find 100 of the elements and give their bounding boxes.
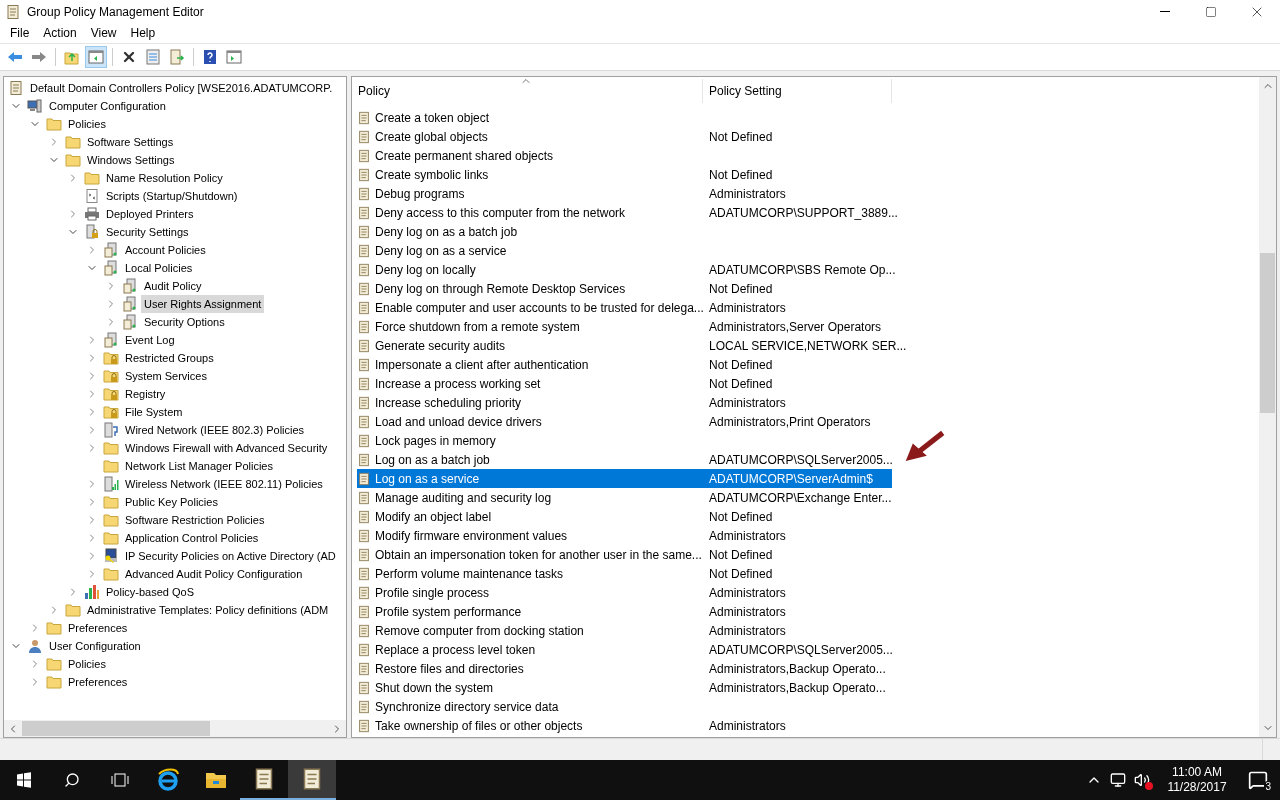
- tree-item[interactable]: File System: [122, 403, 186, 421]
- policy-setting: Administrators: [709, 527, 786, 545]
- tree-item[interactable]: Software Settings: [84, 133, 177, 151]
- policy-icon: [357, 319, 371, 334]
- tree-root[interactable]: Default Domain Controllers Policy [WSE2016.ADATUMCORP.: [27, 79, 336, 97]
- tree-item[interactable]: Name Resolution Policy: [103, 169, 226, 187]
- policy-row[interactable]: Impersonate a client after authentication Not Defined: [357, 355, 892, 374]
- policy-row[interactable]: Log on as a service ADATUMCORP\ServerAdmin$: [357, 469, 892, 488]
- policy-setting: Administrators,Backup Operato...: [709, 679, 886, 697]
- tree-item[interactable]: System Services: [122, 367, 210, 385]
- tree-item[interactable]: Network List Manager Policies: [122, 457, 276, 475]
- show-hide-tree-button[interactable]: [85, 46, 107, 68]
- volume-icon[interactable]: [1134, 772, 1150, 788]
- policy-setting: Administrators: [709, 584, 786, 602]
- horizontal-scrollbar[interactable]: [4, 720, 346, 737]
- clock-time[interactable]: 11:00 AM: [1172, 765, 1222, 780]
- tree-item[interactable]: Policy-based QoS: [103, 583, 198, 601]
- tree-item[interactable]: Local Policies: [122, 259, 196, 277]
- clock-date[interactable]: 11/28/2017: [1167, 780, 1227, 795]
- policy-setting: Administrators: [709, 299, 786, 317]
- tree-item[interactable]: Scripts (Startup/Shutdown): [103, 187, 241, 205]
- policy-row[interactable]: Shut down the system Administrators,Backup Operato...: [357, 678, 892, 697]
- tree-item[interactable]: Account Policies: [122, 241, 209, 259]
- policy-row[interactable]: Obtain an impersonation token for another user in the same... Not Defined: [357, 545, 892, 564]
- policy-row[interactable]: Log on as a batch job ADATUMCORP\SQLServer2005...: [357, 450, 895, 469]
- tree-item[interactable]: Wireless Network (IEEE 802.11) Policies: [122, 475, 326, 493]
- policy-row[interactable]: Perform volume maintenance tasks Not Defined: [357, 564, 892, 583]
- policy-row[interactable]: Deny log on as a batch job: [357, 222, 892, 241]
- policy-name: Profile system performance: [375, 603, 523, 621]
- tree-item[interactable]: Audit Policy: [141, 277, 205, 295]
- policy-row[interactable]: Enable computer and user accounts to be trusted for delega... Administrators: [357, 298, 892, 317]
- tree-item[interactable]: Administrative Templates: Policy definitions (ADM: [84, 601, 332, 619]
- notifications-button[interactable]: 3: [1236, 760, 1280, 800]
- taskbar-app-button[interactable]: [288, 760, 336, 800]
- scrollbar-thumb[interactable]: [22, 721, 210, 736]
- policy-icon: [357, 528, 371, 543]
- policy-row[interactable]: Create global objects Not Defined: [357, 127, 892, 146]
- policy-row[interactable]: Modify firmware environment values Administrators: [357, 526, 892, 545]
- tree-item[interactable]: Windows Settings: [84, 151, 178, 169]
- tree-item[interactable]: Application Control Policies: [122, 529, 262, 547]
- tree-item[interactable]: Security Options: [141, 313, 228, 331]
- tree-item[interactable]: Windows Firewall with Advanced Security: [122, 439, 331, 457]
- policy-row[interactable]: Debug programs Administrators: [357, 184, 892, 203]
- locked-folder-icon: [103, 404, 119, 420]
- policy-row[interactable]: Synchronize directory service data: [357, 697, 892, 716]
- policy-icon: [357, 509, 371, 524]
- policy-row[interactable]: Deny log on through Remote Desktop Services Not Defined: [357, 279, 892, 298]
- menu-item[interactable]: File: [10, 24, 30, 42]
- policy-name: Remove computer from docking station: [375, 622, 585, 640]
- column-header[interactable]: Policy: [352, 79, 703, 103]
- policy-name: Synchronize directory service data: [375, 698, 560, 716]
- policy-row[interactable]: Manage auditing and security log ADATUMCORP\Exchange Enter...: [357, 488, 894, 507]
- policy-row[interactable]: Take ownership of files or other objects Administrators: [357, 716, 892, 735]
- tree-item[interactable]: Wired Network (IEEE 802.3) Policies: [122, 421, 308, 439]
- policy-row[interactable]: Profile single process Administrators: [357, 583, 892, 602]
- tree-item[interactable]: Public Key Policies: [122, 493, 221, 511]
- tree-item[interactable]: Preferences: [65, 619, 131, 637]
- tree-item[interactable]: Policies: [65, 115, 109, 133]
- policy-row[interactable]: Deny access to this computer from the network ADATUMCORP\SUPPORT_3889...: [357, 203, 900, 222]
- policy-row[interactable]: Create permanent shared objects: [357, 146, 892, 165]
- tree-item[interactable]: User Configuration: [46, 637, 144, 655]
- tree-item[interactable]: User Rights Assignment: [141, 295, 265, 313]
- policy-row[interactable]: Deny log on as a service: [357, 241, 892, 260]
- bar-chart-icon: [84, 584, 100, 600]
- policy-row[interactable]: Remove computer from docking station Administrators: [357, 621, 892, 640]
- menu-item[interactable]: View: [90, 24, 117, 42]
- tree-item[interactable]: Restricted Groups: [122, 349, 217, 367]
- policy-row[interactable]: Profile system performance Administrators: [357, 602, 892, 621]
- policy-row[interactable]: Replace a process level token ADATUMCORP\SQLServer2005...: [357, 640, 895, 659]
- policy-row[interactable]: Increase a process working set Not Defined: [357, 374, 892, 393]
- scrollbar-thumb[interactable]: [1260, 253, 1275, 413]
- tree-item[interactable]: Computer Configuration: [46, 97, 169, 115]
- tree-item[interactable]: IP Security Policies on Active Directory (AD: [122, 547, 339, 565]
- tree-item[interactable]: Preferences: [65, 673, 131, 691]
- menu-item[interactable]: Help: [130, 24, 156, 42]
- policy-row[interactable]: Force shutdown from a remote system Administrators,Server Operators: [357, 317, 892, 336]
- tree-item[interactable]: Deployed Printers: [103, 205, 197, 223]
- tree-item[interactable]: Policies: [65, 655, 109, 673]
- policy-row[interactable]: Create symbolic links Not Defined: [357, 165, 892, 184]
- maximize-icon: [1205, 5, 1217, 18]
- policy-row[interactable]: Increase scheduling priority Administrators: [357, 393, 892, 412]
- policy-row[interactable]: Deny log on locally ADATUMCORP\SBS Remote Op...: [357, 260, 898, 279]
- policy-row[interactable]: Create a token object: [357, 108, 892, 127]
- forward-arrow-icon: [31, 49, 47, 65]
- tree-item[interactable]: Registry: [122, 385, 169, 403]
- policy-setting: Not Defined: [709, 356, 773, 374]
- policy-row[interactable]: Generate security audits LOCAL SERVICE,NETWORK SER...: [357, 336, 909, 355]
- tree-item[interactable]: Advanced Audit Policy Configuration: [122, 565, 306, 583]
- vertical-scrollbar[interactable]: [1259, 77, 1276, 737]
- policy-row[interactable]: Load and unload device drivers Administrators,Print Operators: [357, 412, 892, 431]
- policy-row[interactable]: Modify an object label Not Defined: [357, 507, 892, 526]
- policy-row[interactable]: Lock pages in memory: [357, 431, 892, 450]
- tree-item[interactable]: Event Log: [122, 331, 178, 349]
- menu-item[interactable]: Action: [43, 24, 77, 42]
- tree-item[interactable]: Security Settings: [103, 223, 192, 241]
- policy-row[interactable]: Restore files and directories Administrators,Backup Operato...: [357, 659, 892, 678]
- column-header[interactable]: Policy Setting: [703, 79, 892, 103]
- network-icon[interactable]: [1110, 772, 1126, 788]
- policy-name: Increase a process working set: [375, 375, 542, 393]
- tree-item[interactable]: Software Restriction Policies: [122, 511, 268, 529]
